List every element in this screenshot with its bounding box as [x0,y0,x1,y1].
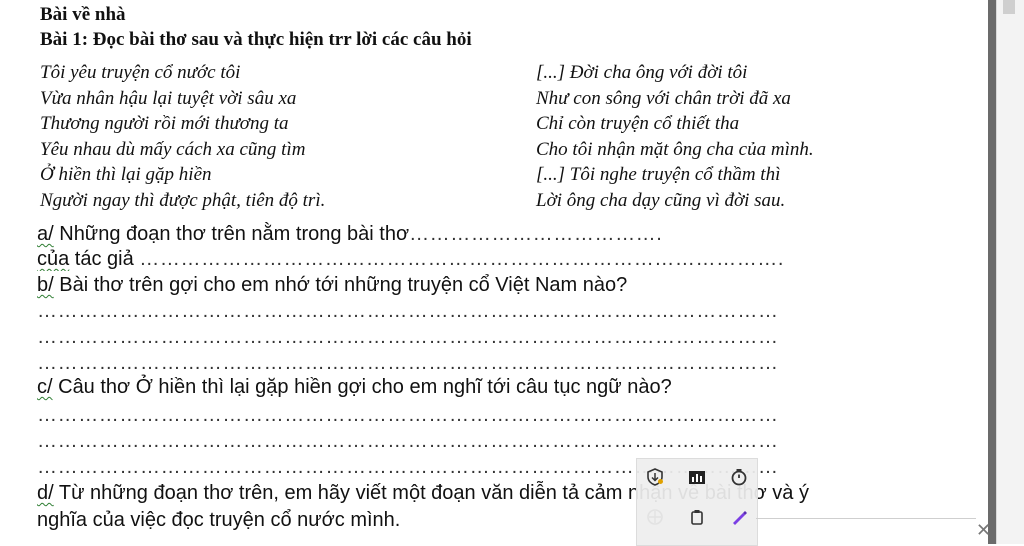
poem-line: [...] Đời cha ông với đời tôi [536,62,748,83]
question-d-line2: nghĩa của việc đọc truyện cổ nước mình. [37,509,401,531]
question-a-prefix: a/ [37,223,54,245]
question-a2-text: tác giả [69,248,140,270]
answer-line[interactable]: ……………………………………………………………………………………………… [37,326,833,349]
poem-line: Như con sông với chân trời đã xa [536,87,791,109]
answer-dots[interactable]: …………………………………………………………………………………. [139,248,784,270]
question-b-text: Bài thơ trên gợi cho em nhớ tới những tr… [53,274,628,296]
clipboard-icon[interactable] [687,507,707,527]
question-a: a/ Những đoạn thơ trên nằm trong bài thơ… [37,223,662,246]
question-d-prefix: d/ [37,482,54,504]
poem-right-column: [...] Đời cha ông với đời tôi Như con sô… [536,60,814,213]
poem-line: Người ngay thì được phật, tiên độ trì. [40,189,326,211]
answer-line[interactable]: ……………………………………………………………………………………………… [37,430,833,453]
scrollbar-thumb[interactable] [1003,0,1015,14]
question-a-text: Những đoạn thơ trên nằm trong bài thơ [53,223,410,245]
question-b-prefix: b/ [37,274,54,296]
chart-bar-icon[interactable] [687,467,707,487]
poem-line: [...] Tôi nghe truyện cổ thầm thì [536,164,781,185]
answer-line[interactable]: ……………………………………………………………………………………………… [37,352,833,375]
question-c: c/ Câu thơ Ở hiền thì lại gặp hiền gợi c… [37,376,672,399]
poem-line: Thương người rồi mới thương ta [40,113,289,134]
side-panel [996,0,1024,544]
divider [756,518,976,519]
poem-line: Lời ông cha dạy cũng vì đời sau. [536,189,786,211]
poem-line: Tôi yêu truyện cổ nước tôi [40,62,241,83]
move-icon[interactable] [645,507,665,527]
poem-line: Chỉ còn truyện cổ thiết tha [536,113,740,134]
question-b: b/ Bài thơ trên gợi cho em nhớ tới những… [37,274,627,297]
poem-line: Yêu nhau dù mấy cách xa cũng tìm [40,138,306,160]
answer-line[interactable]: ……………………………………………………………………………………………… [37,300,833,323]
poem-line: Cho tôi nhận mặt ông cha của mình. [536,138,814,160]
question-c-text: Câu thơ Ở hiền thì lại gặp hiền gợi cho … [52,376,672,398]
timer-icon[interactable] [729,467,749,487]
floating-toolbar [636,458,758,546]
poem-line: Ở hiền thì lại gặp hiền [40,164,212,185]
answer-dots[interactable]: ………………………………. [409,223,662,245]
question-a-author: của tác giả …………………………………………………………………………… [37,248,807,271]
question-c-prefix: c/ [37,376,53,398]
heading: Bài về nhà [40,4,126,25]
shield-download-icon[interactable] [645,467,665,487]
exercise-title: Bài 1: Đọc bài thơ sau và thực hiện trr … [40,29,472,50]
poem-line: Vừa nhân hậu lại tuyệt vời sâu xa [40,87,297,109]
pen-icon[interactable] [729,507,749,527]
question-a2-prefix: của [37,248,70,270]
poem-left-column: Tôi yêu truyện cổ nước tôi Vừa nhân hậu … [40,60,325,213]
answer-line[interactable]: ……………………………………………………………………………………………… [37,404,833,427]
close-icon[interactable]: ✕ [976,520,991,541]
